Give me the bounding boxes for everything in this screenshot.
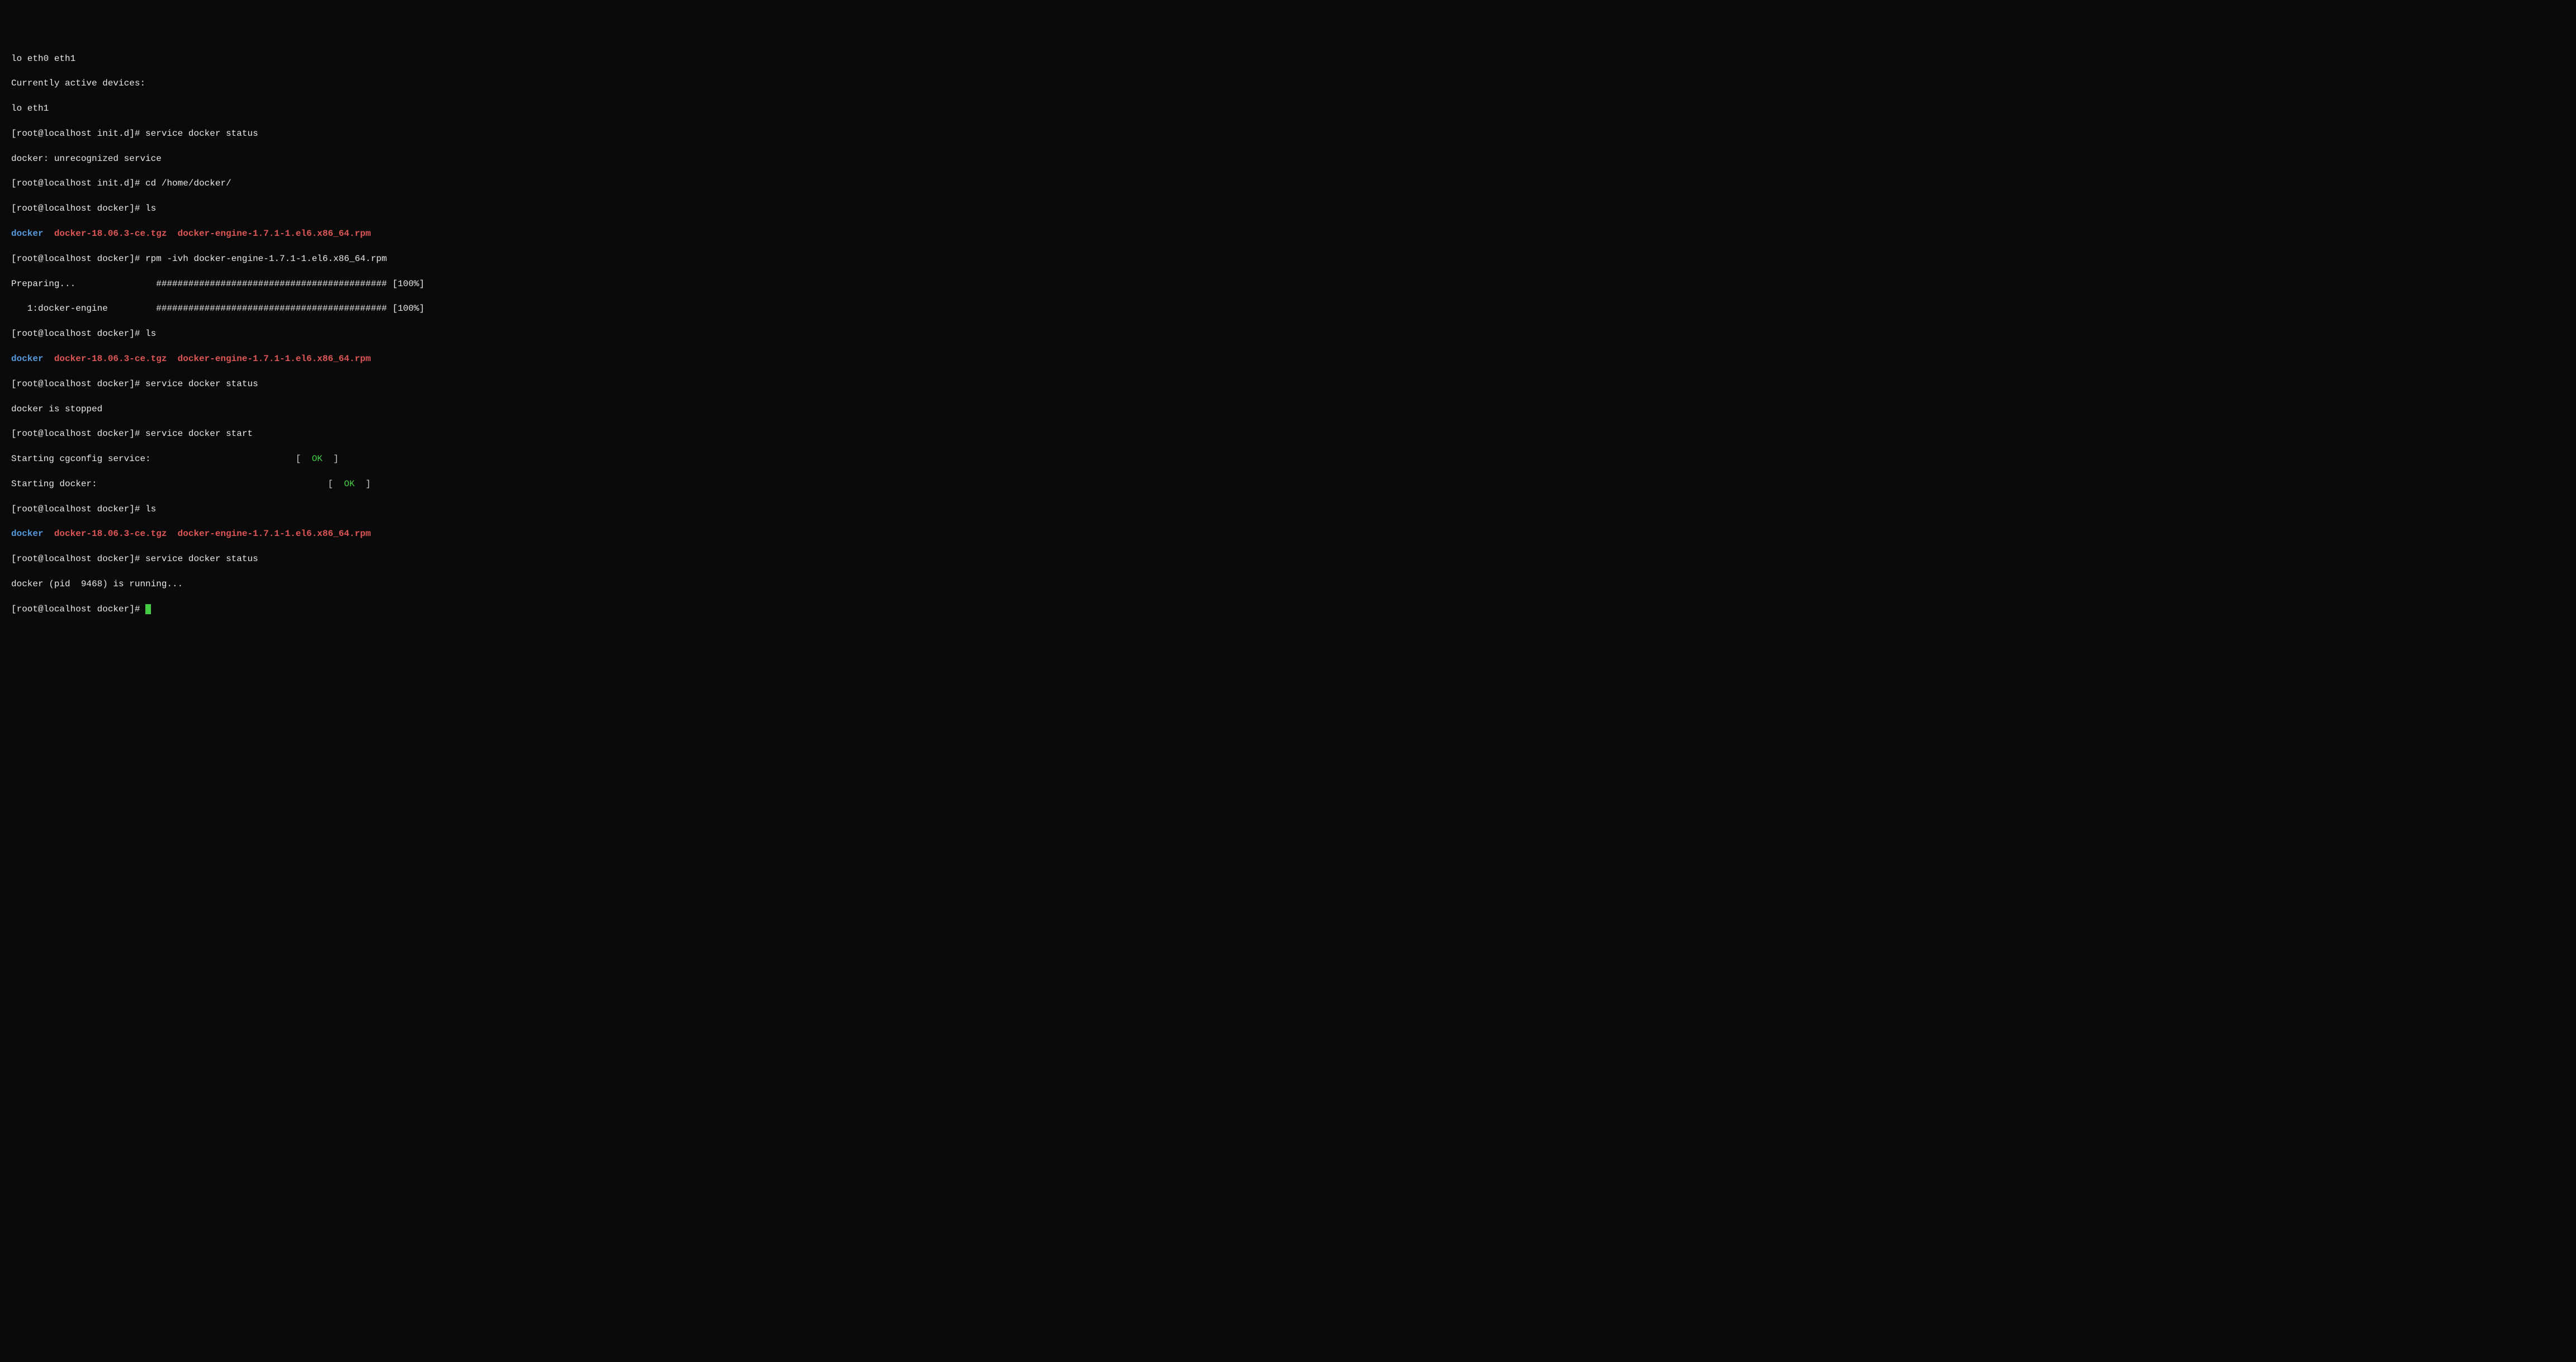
shell-prompt: [root@localhost init.d]# [11, 129, 145, 139]
output-text: docker: unrecognized service [11, 154, 162, 164]
ls-output: docker docker-18.06.3-ce.tgz docker-engi… [11, 353, 2565, 365]
shell-prompt: [root@localhost docker]# [11, 504, 145, 514]
terminal-line[interactable]: [root@localhost docker]# [11, 603, 2565, 615]
shell-prompt: [root@localhost docker]# [11, 379, 145, 389]
progress-bar: ########################################… [156, 279, 424, 289]
command-text: ls [145, 203, 156, 213]
output-text: lo eth0 eth1 [11, 54, 75, 64]
status-ok: OK [344, 479, 354, 489]
command-text: service docker status [145, 379, 258, 389]
terminal-line: lo eth0 eth1 [11, 53, 2565, 65]
ls-output: docker docker-18.06.3-ce.tgz docker-engi… [11, 227, 2565, 240]
archive-file: docker-18.06.3-ce.tgz [44, 354, 178, 364]
service-label: Starting docker: [11, 479, 328, 489]
shell-prompt: [root@localhost docker]# [11, 254, 145, 264]
terminal-line: [root@localhost docker]# ls [11, 202, 2565, 215]
progress-bar: ########################################… [156, 303, 424, 314]
output-text: lo eth1 [11, 103, 49, 113]
output-text: docker (pid 9468) is running... [11, 579, 183, 589]
terminal-line: [root@localhost docker]# rpm -ivh docker… [11, 253, 2565, 265]
status-ok: OK [312, 454, 323, 464]
bracket-close: ] [355, 479, 371, 489]
bracket-open: [ [296, 454, 312, 464]
command-text: service docker start [145, 429, 253, 439]
terminal-line: [root@localhost docker]# ls [11, 503, 2565, 515]
terminal-line: [root@localhost docker]# service docker … [11, 378, 2565, 390]
shell-prompt: [root@localhost docker]# [11, 604, 145, 614]
command-text: service docker status [145, 129, 258, 139]
terminal-line: docker: unrecognized service [11, 153, 2565, 165]
terminal-line: docker is stopped [11, 403, 2565, 415]
rpm-label: 1:docker-engine [11, 303, 156, 314]
bracket-close: ] [323, 454, 339, 464]
ls-output: docker docker-18.06.3-ce.tgz docker-engi… [11, 528, 2565, 540]
command-text: ls [145, 329, 156, 339]
rpm-progress-line: 1:docker-engine ########################… [11, 302, 2565, 315]
command-text: service docker status [145, 554, 258, 564]
terminal-line: Currently active devices: [11, 77, 2565, 89]
service-status-line: Starting docker: [ OK ] [11, 478, 2565, 490]
shell-prompt: [root@localhost init.d]# [11, 178, 145, 188]
directory-name: docker [11, 229, 44, 239]
terminal-line: [root@localhost init.d]# service docker … [11, 127, 2565, 140]
shell-prompt: [root@localhost docker]# [11, 429, 145, 439]
archive-file: docker-18.06.3-ce.tgz [44, 529, 178, 539]
command-text: cd /home/docker/ [145, 178, 231, 188]
terminal-line: [root@localhost docker]# service docker … [11, 428, 2565, 440]
rpm-progress-line: Preparing... ###########################… [11, 278, 2565, 290]
service-status-line: Starting cgconfig service: [ OK ] [11, 453, 2565, 465]
shell-prompt: [root@localhost docker]# [11, 203, 145, 213]
output-text: Currently active devices: [11, 78, 145, 88]
directory-name: docker [11, 529, 44, 539]
terminal-line: docker (pid 9468) is running... [11, 578, 2565, 590]
cursor-icon[interactable] [145, 604, 151, 614]
command-text: rpm -ivh docker-engine-1.7.1-1.el6.x86_6… [145, 254, 387, 264]
terminal-line: [root@localhost docker]# ls [11, 328, 2565, 340]
directory-name: docker [11, 354, 44, 364]
rpm-file: docker-engine-1.7.1-1.el6.x86_64.rpm [178, 229, 371, 239]
terminal-line: [root@localhost docker]# service docker … [11, 553, 2565, 565]
bracket-open: [ [328, 479, 344, 489]
rpm-label: Preparing... [11, 279, 156, 289]
rpm-file: docker-engine-1.7.1-1.el6.x86_64.rpm [178, 529, 371, 539]
command-text: ls [145, 504, 156, 514]
service-label: Starting cgconfig service: [11, 454, 296, 464]
shell-prompt: [root@localhost docker]# [11, 554, 145, 564]
output-text: docker is stopped [11, 404, 102, 414]
shell-prompt: [root@localhost docker]# [11, 329, 145, 339]
archive-file: docker-18.06.3-ce.tgz [44, 229, 178, 239]
terminal-line: lo eth1 [11, 102, 2565, 115]
terminal-line: [root@localhost init.d]# cd /home/docker… [11, 177, 2565, 189]
rpm-file: docker-engine-1.7.1-1.el6.x86_64.rpm [178, 354, 371, 364]
